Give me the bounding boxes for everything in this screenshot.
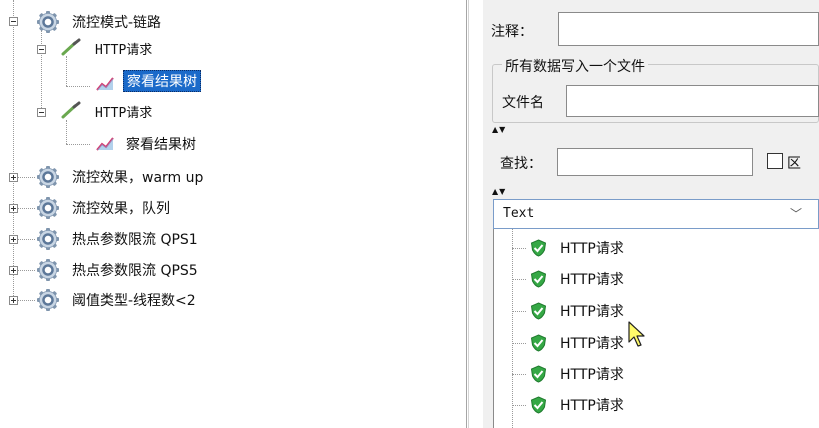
gear-icon <box>37 11 59 33</box>
search-label: 查找： <box>500 156 542 172</box>
search-option-checkbox[interactable] <box>767 153 783 169</box>
tree-guide-line <box>41 30 42 116</box>
tree-guide-line <box>17 239 35 240</box>
tree-guide-line <box>17 208 35 209</box>
chevron-down-icon: ﹀ <box>790 207 803 221</box>
search-input[interactable] <box>557 148 753 176</box>
result-item-label[interactable]: HTTP请求 <box>560 269 624 289</box>
split-pane-divider-shadow <box>468 0 469 428</box>
split-pane-divider[interactable] <box>466 0 467 428</box>
gear-icon <box>37 289 59 311</box>
tree-guide-line <box>17 270 35 271</box>
tree-item-label[interactable]: 阈值类型-线程数<2 <box>72 290 196 310</box>
tree-item-label[interactable]: 流控效果，warm up <box>72 167 203 187</box>
tree-guide-line <box>17 300 35 301</box>
result-item-label[interactable]: HTTP请求 <box>560 333 624 353</box>
tree-guide-line <box>17 177 35 178</box>
expand-toggle[interactable] <box>9 235 18 244</box>
tree-item-label[interactable]: 流控效果，队列 <box>72 198 170 218</box>
gear-icon <box>37 228 59 250</box>
tree-item-label-selected[interactable]: 察看结果树 <box>123 70 201 92</box>
mouse-cursor-icon <box>628 321 645 347</box>
pipette-icon <box>61 38 81 56</box>
tree-guide-line <box>66 56 67 86</box>
comment-label: 注释： <box>491 24 533 40</box>
result-item-label[interactable]: HTTP请求 <box>560 364 624 384</box>
tree-guide-line <box>66 120 67 144</box>
tree-guide-line <box>512 279 526 280</box>
tree-guide-line <box>66 144 90 145</box>
gear-icon <box>37 259 59 281</box>
tree-item-label[interactable]: 热点参数限流 QPS1 <box>72 229 198 249</box>
result-item-label[interactable]: HTTP请求 <box>560 395 624 415</box>
tree-guide-line <box>512 343 526 344</box>
chart-icon <box>96 137 114 151</box>
shield-check-icon <box>530 270 547 288</box>
filename-label: 文件名 <box>502 95 544 111</box>
expand-toggle[interactable] <box>9 296 18 305</box>
shield-check-icon <box>530 239 547 257</box>
result-item-label[interactable]: HTTP请求 <box>560 238 624 258</box>
collapse-toggle[interactable] <box>37 108 46 117</box>
splitter-arrows-icon[interactable]: ▲▼ <box>492 126 506 134</box>
tree-item-label[interactable]: HTTP请求 <box>95 102 152 121</box>
search-option-label: 区 <box>787 156 801 172</box>
tree-guide-line <box>512 311 526 312</box>
expand-toggle[interactable] <box>9 266 18 275</box>
tree-guide-line <box>66 86 90 87</box>
renderer-select[interactable]: Text ﹀ <box>493 199 819 229</box>
expand-toggle[interactable] <box>9 204 18 213</box>
expand-toggle[interactable] <box>9 173 18 182</box>
tree-item-label[interactable]: 热点参数限流 QPS5 <box>72 260 198 280</box>
gear-icon <box>37 197 59 219</box>
filename-input[interactable] <box>566 85 819 117</box>
comment-input[interactable] <box>558 12 819 46</box>
tree-guide-line <box>512 405 526 406</box>
tree-guide-line <box>512 248 526 249</box>
tree-guide-line <box>512 229 513 428</box>
tree-item-label[interactable]: HTTP请求 <box>95 39 152 58</box>
shield-check-icon <box>530 334 547 352</box>
result-item-label[interactable]: HTTP请求 <box>560 301 624 321</box>
pipette-icon <box>61 101 81 119</box>
tree-item-label[interactable]: 流控模式-链路 <box>72 12 161 32</box>
tree-item-label[interactable]: 察看结果树 <box>126 134 196 154</box>
tree-guide-line <box>13 0 14 302</box>
tree-guide-line <box>512 374 526 375</box>
splitter-arrows-icon[interactable]: ▲▼ <box>492 188 506 196</box>
shield-check-icon <box>530 302 547 320</box>
chart-icon <box>96 77 114 91</box>
renderer-select-value: Text <box>503 206 535 221</box>
collapse-toggle[interactable] <box>9 17 18 26</box>
shield-check-icon <box>530 396 547 414</box>
collapse-toggle[interactable] <box>37 45 46 54</box>
gear-icon <box>37 166 59 188</box>
shield-check-icon <box>530 365 547 383</box>
write-file-group-title: 所有数据写入一个文件 <box>502 56 648 76</box>
